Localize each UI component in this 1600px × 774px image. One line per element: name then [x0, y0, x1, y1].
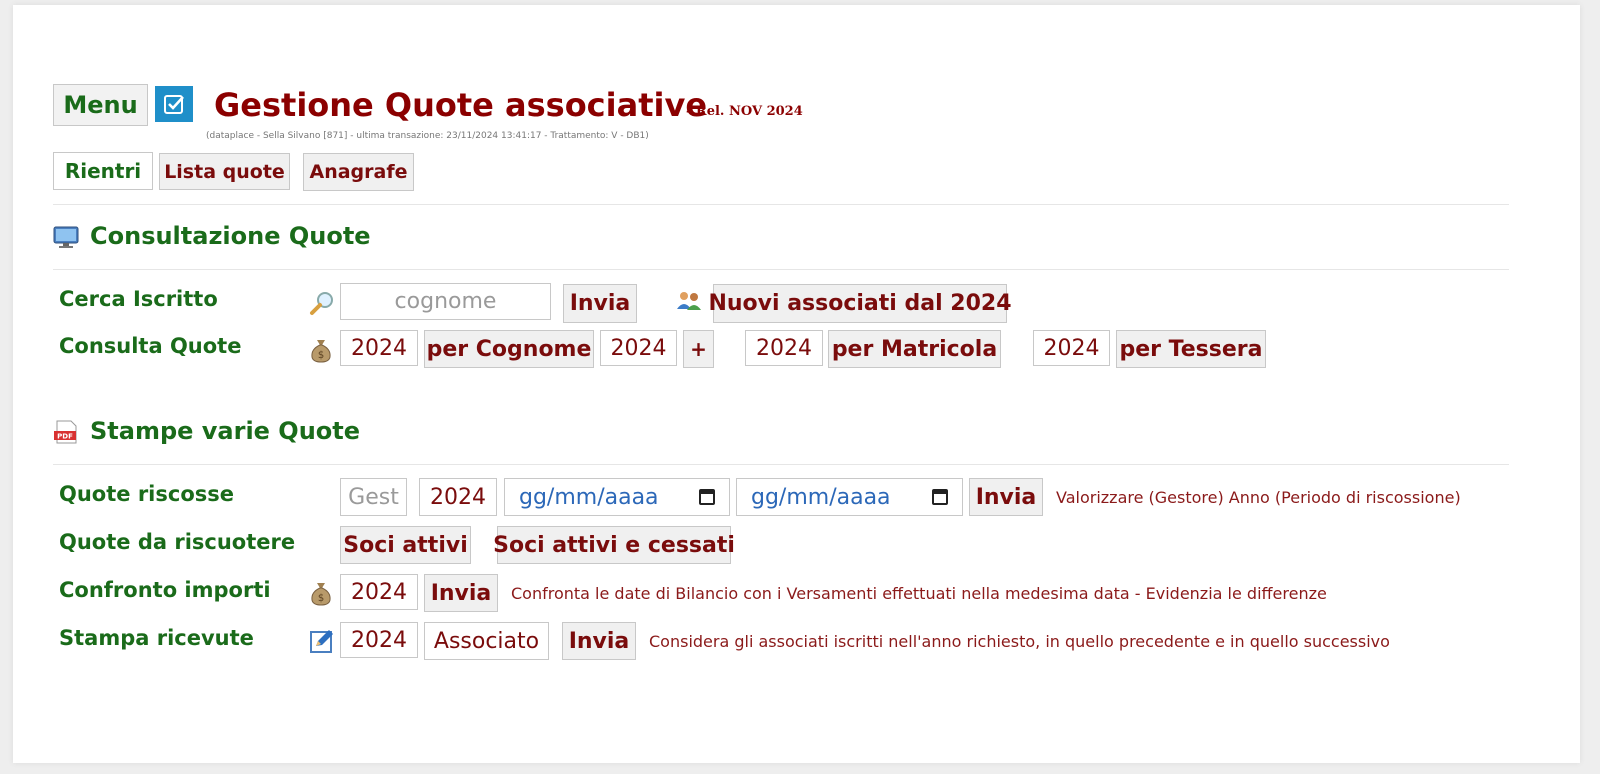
- page-title: Gestione Quote associative: [214, 86, 708, 124]
- cerca-invia-button[interactable]: Invia: [563, 284, 637, 323]
- date-to-input[interactable]: gg/mm/aaaa: [736, 478, 963, 516]
- magnifier-icon: [309, 290, 335, 320]
- riscosse-note: Valorizzare (Gestore) Anno (Periodo di r…: [1056, 488, 1461, 507]
- svg-text:$: $: [318, 593, 324, 604]
- label-quote-da-riscuotere: Quote da riscuotere: [59, 530, 296, 554]
- ricevute-invia-button[interactable]: Invia: [562, 622, 636, 660]
- tab-rientri[interactable]: Rientri: [53, 152, 153, 190]
- riscosse-invia-button[interactable]: Invia: [969, 478, 1043, 516]
- soci-attivi-button[interactable]: Soci attivi: [340, 526, 471, 564]
- section-title-stampe: Stampe varie Quote: [90, 417, 361, 445]
- confronto-note: Confronta le date di Bilancio con i Vers…: [511, 584, 1327, 603]
- divider: [53, 464, 1509, 465]
- plus-button[interactable]: +: [683, 330, 714, 368]
- money-bag-icon: $: [309, 580, 333, 610]
- per-matricola-button[interactable]: per Matricola: [828, 330, 1001, 368]
- ricevute-note: Considera gli associati iscritti nell'an…: [649, 632, 1390, 651]
- edit-icon: [310, 629, 334, 657]
- calendar-icon[interactable]: [699, 489, 715, 505]
- money-bag-icon: $: [309, 337, 333, 367]
- label-confronto-importi: Confronto importi: [59, 578, 271, 602]
- confronto-invia-button[interactable]: Invia: [424, 574, 498, 612]
- menu-button[interactable]: Menu: [53, 84, 148, 126]
- consulta-year-plus[interactable]: 2024: [600, 330, 677, 366]
- confronto-year-input[interactable]: 2024: [340, 574, 418, 610]
- calendar-icon[interactable]: [932, 489, 948, 505]
- label-quote-riscosse: Quote riscosse: [59, 482, 234, 506]
- label-stampa-ricevute: Stampa ricevute: [59, 626, 254, 650]
- date-to-value: gg/mm/aaaa: [751, 484, 891, 510]
- checkbox-icon[interactable]: [155, 86, 193, 122]
- riscosse-year-input[interactable]: 2024: [419, 478, 497, 516]
- tab-lista-quote[interactable]: Lista quote: [159, 153, 290, 190]
- nuovi-associati-button[interactable]: Nuovi associati dal 2024: [708, 284, 1012, 323]
- soci-attivi-cessati-button[interactable]: Soci attivi e cessati: [493, 526, 735, 564]
- gestore-input[interactable]: Gest: [340, 478, 407, 516]
- svg-text:PDF: PDF: [57, 433, 73, 441]
- pdf-icon: PDF: [53, 420, 79, 448]
- label-cerca-iscritto: Cerca Iscritto: [59, 287, 218, 311]
- release-label: - Rel. NOV 2024: [686, 104, 803, 119]
- section-title-consultazione: Consultazione Quote: [90, 222, 371, 250]
- divider: [53, 269, 1509, 270]
- per-tessera-button[interactable]: per Tessera: [1116, 330, 1266, 368]
- svg-text:$: $: [318, 350, 324, 361]
- consulta-year-tessera[interactable]: 2024: [1033, 330, 1110, 366]
- ricevute-year-input[interactable]: 2024: [340, 622, 418, 658]
- session-meta: (dataplace - Sella Silvano [871] - ultim…: [206, 131, 649, 141]
- users-icon: [676, 290, 702, 316]
- label-consulta-quote: Consulta Quote: [59, 334, 242, 358]
- cognome-search-input[interactable]: cognome: [340, 283, 551, 320]
- monitor-icon: [53, 226, 79, 254]
- consulta-year-matricola[interactable]: 2024: [745, 330, 823, 366]
- tab-anagrafe[interactable]: Anagrafe: [303, 153, 414, 191]
- date-from-value: gg/mm/aaaa: [519, 484, 659, 510]
- date-from-input[interactable]: gg/mm/aaaa: [504, 478, 730, 516]
- associato-input[interactable]: Associato: [424, 622, 549, 660]
- consulta-year-cognome[interactable]: 2024: [340, 330, 418, 366]
- per-cognome-button[interactable]: per Cognome: [424, 330, 594, 368]
- divider: [53, 204, 1509, 205]
